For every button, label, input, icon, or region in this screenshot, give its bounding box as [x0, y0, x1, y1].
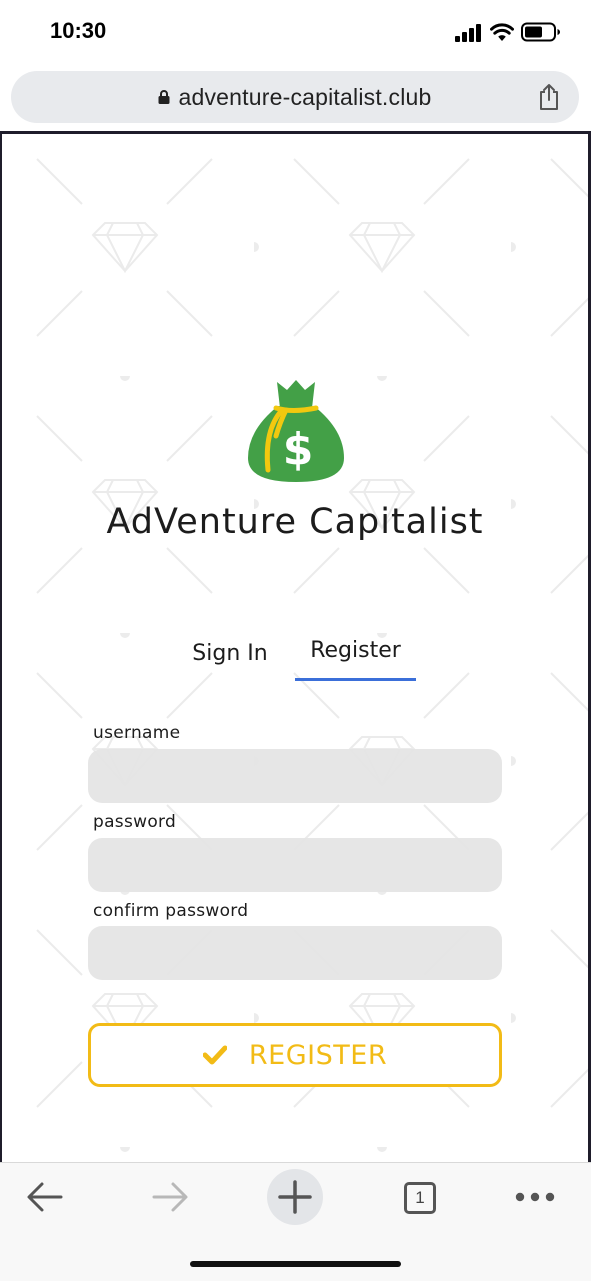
forward-arrow-icon	[152, 1182, 188, 1212]
url-text: adventure-capitalist.club	[178, 83, 432, 110]
password-input[interactable]	[88, 838, 502, 892]
status-bar: 10:30	[0, 0, 591, 64]
wifi-icon	[490, 23, 514, 41]
lock-icon	[158, 90, 170, 104]
tab-switcher-button[interactable]: 1	[404, 1182, 436, 1214]
battery-icon	[521, 22, 560, 42]
status-time: 10:30	[50, 18, 107, 43]
forward-button[interactable]	[147, 1177, 193, 1217]
svg-text:$: $	[283, 424, 314, 475]
more-dots-icon	[515, 1192, 555, 1202]
url-display: adventure-capitalist.club	[11, 71, 579, 123]
plus-icon	[278, 1180, 312, 1214]
register-button-label: REGISTER	[248, 1039, 388, 1071]
auth-tabs: Sign In Register	[2, 631, 588, 685]
back-arrow-icon	[27, 1182, 63, 1212]
confirm-password-label: confirm password	[93, 901, 249, 921]
app-title: AdVenture Capitalist	[106, 502, 484, 542]
password-label: password	[93, 812, 177, 832]
tab-register[interactable]: Register	[295, 631, 416, 681]
share-icon[interactable]	[537, 83, 561, 111]
confirm-password-input[interactable]	[88, 926, 502, 980]
money-bag-icon: $	[248, 380, 344, 482]
check-icon	[202, 1045, 227, 1065]
web-view-frame: $ AdVenture Capitalist Sign In Register …	[0, 131, 591, 1162]
address-bar[interactable]: adventure-capitalist.club	[11, 71, 579, 123]
home-indicator[interactable]	[190, 1261, 401, 1267]
new-tab-button[interactable]	[267, 1169, 323, 1225]
more-button[interactable]	[510, 1177, 560, 1217]
tab-sign-in[interactable]: Sign In	[180, 634, 280, 684]
username-label: username	[93, 723, 181, 743]
cellular-signal-icon	[455, 24, 481, 42]
register-button[interactable]: REGISTER	[88, 1023, 502, 1087]
web-page: $ AdVenture Capitalist Sign In Register …	[2, 134, 588, 1162]
username-input[interactable]	[88, 749, 502, 803]
back-button[interactable]	[22, 1177, 68, 1217]
active-tab-indicator	[295, 678, 416, 681]
